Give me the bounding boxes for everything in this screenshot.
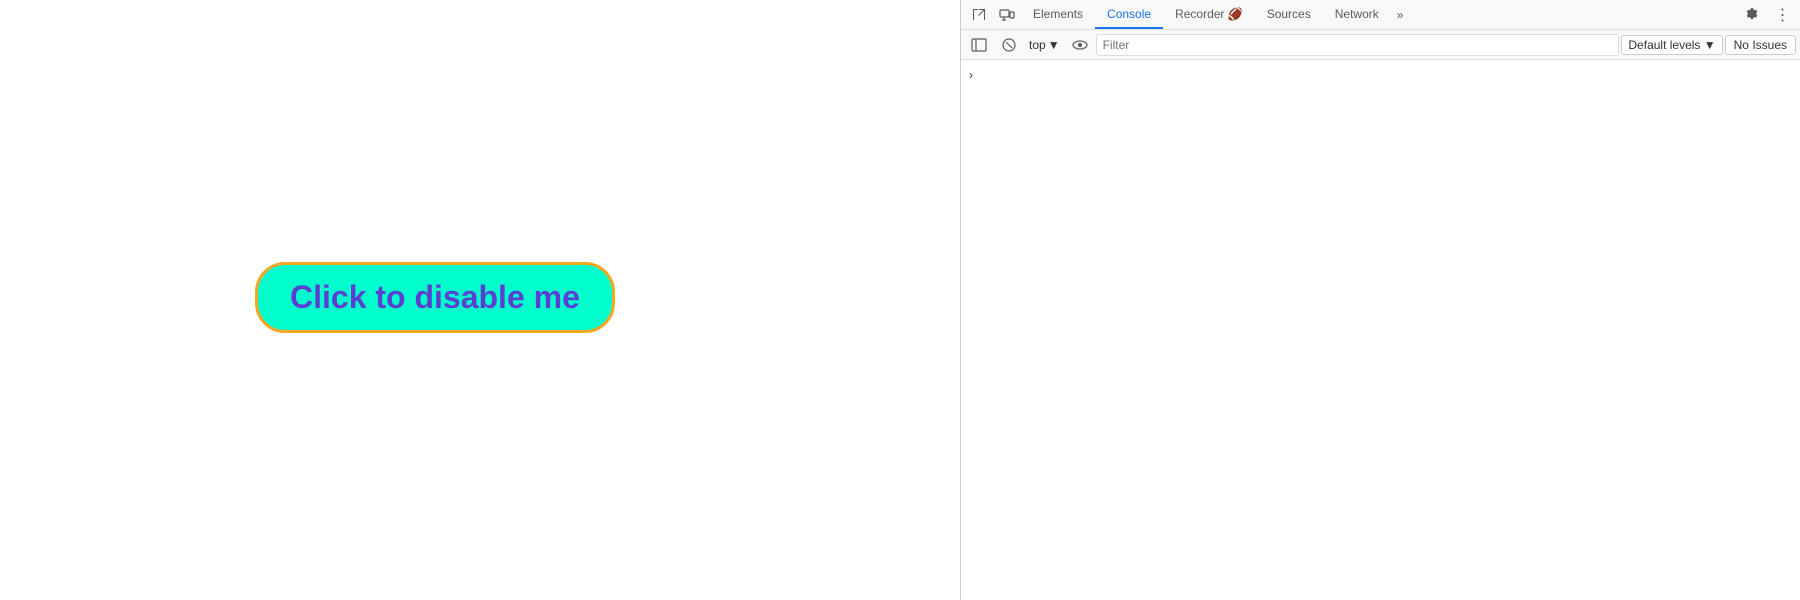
devtools-panel: Elements Console Recorder 🏈 Sources Netw… <box>960 0 1800 600</box>
levels-dropdown[interactable]: Default levels ▼ <box>1621 35 1722 55</box>
devtools-tabs: Elements Console Recorder 🏈 Sources Netw… <box>1021 0 1738 29</box>
tab-elements[interactable]: Elements <box>1021 0 1095 29</box>
more-tabs-button[interactable]: » <box>1391 0 1410 29</box>
device-toolbar-icon[interactable] <box>993 1 1021 29</box>
top-context-dropdown[interactable]: top ▼ <box>1025 36 1064 54</box>
tab-recorder[interactable]: Recorder 🏈 <box>1163 0 1255 29</box>
devtools-console-content: › <box>961 60 1800 600</box>
eye-icon[interactable] <box>1066 31 1094 59</box>
filter-input[interactable] <box>1096 34 1620 56</box>
disable-button[interactable]: Click to disable me <box>255 262 615 333</box>
main-page: Click to disable me <box>0 0 960 600</box>
tab-console[interactable]: Console <box>1095 0 1163 29</box>
inspect-element-icon[interactable] <box>965 1 993 29</box>
tab-network[interactable]: Network <box>1323 0 1391 29</box>
devtools-top-right: ⋮ <box>1738 1 1796 29</box>
devtools-console-bar: top ▼ Default levels ▼ No Issues <box>961 30 1800 60</box>
sidebar-toggle-icon[interactable] <box>965 31 993 59</box>
tab-sources[interactable]: Sources <box>1255 0 1323 29</box>
more-options-icon[interactable]: ⋮ <box>1768 1 1796 29</box>
no-issues-label: No Issues <box>1734 38 1787 52</box>
clear-console-icon[interactable] <box>995 31 1023 59</box>
settings-icon[interactable] <box>1738 1 1766 29</box>
top-context-arrow: ▼ <box>1048 38 1060 52</box>
console-expand-arrow[interactable]: › <box>961 64 1800 86</box>
top-context-label: top <box>1029 38 1046 52</box>
levels-label: Default levels ▼ <box>1628 38 1715 52</box>
devtools-top-bar: Elements Console Recorder 🏈 Sources Netw… <box>961 0 1800 30</box>
no-issues-badge: No Issues <box>1725 35 1796 55</box>
